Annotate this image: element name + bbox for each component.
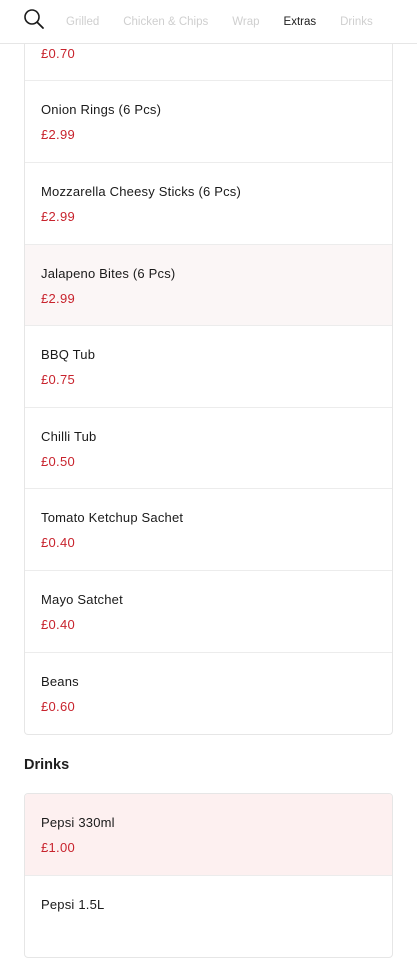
list-item[interactable]: Jalapeno Bites (6 Pcs) £2.99 [25,244,392,327]
item-price: £2.99 [41,209,76,224]
category-nav-bar: Grilled Chicken & Chips Wrap Extras Drin… [0,0,417,44]
item-price: £0.70 [41,46,76,62]
item-price: £0.50 [41,453,76,469]
drinks-list: Pepsi 330ml £1.00 Pepsi 1.5L [24,793,393,958]
item-price: £0.75 [41,372,76,388]
item-price: £1.00 [41,840,76,855]
item-price: £0.60 [41,698,76,714]
category-tabs: Grilled Chicken & Chips Wrap Extras Drin… [66,0,397,44]
item-price: £0.40 [41,616,76,632]
list-item[interactable]: Tomato Ketchup Sachet £0.40 [25,489,392,571]
list-item[interactable]: Chilli Tub £0.50 [25,408,392,490]
list-item[interactable]: Mayo Satchet £0.40 [25,571,392,653]
item-name: Pepsi 1.5L [41,896,105,912]
list-item[interactable]: BBQ Tub £0.75 [25,326,392,408]
tab-wrap[interactable]: Wrap [232,16,259,28]
item-name: Pepsi 330ml [41,815,115,830]
item-name: Mozzarella Cheesy Sticks (6 Pcs) [41,184,242,199]
tab-extras[interactable]: Extras [284,16,317,28]
extras-list: £0.70 Onion Rings (6 Pcs) £2.99 Mozzarel… [24,0,393,736]
search-button[interactable] [14,0,54,44]
section-title-drinks: Drinks [24,757,70,773]
item-name: Mayo Satchet [41,591,123,607]
list-item[interactable]: Beans £0.60 [25,653,392,735]
item-price: £2.99 [41,290,76,306]
item-name: Jalapeno Bites (6 Pcs) [41,265,176,281]
tab-drinks[interactable]: Drinks [340,16,373,28]
item-price: £2.99 [41,127,76,143]
tab-grilled[interactable]: Grilled [66,16,99,28]
list-item[interactable]: Onion Rings (6 Pcs) £2.99 [25,81,392,163]
item-name: Tomato Ketchup Sachet [41,510,184,526]
list-item[interactable]: Pepsi 1.5L [25,876,392,958]
item-price: £0.40 [41,535,76,551]
item-name: Onion Rings (6 Pcs) [41,102,162,118]
list-item[interactable]: Pepsi 330ml £1.00 [25,794,392,876]
tab-chicken-chips[interactable]: Chicken & Chips [123,16,208,28]
item-name: BBQ Tub [41,347,96,363]
item-name: Chilli Tub [41,428,97,444]
search-icon [23,8,45,35]
list-item[interactable]: Mozzarella Cheesy Sticks (6 Pcs) £2.99 [25,163,392,245]
item-name: Beans [41,673,79,689]
